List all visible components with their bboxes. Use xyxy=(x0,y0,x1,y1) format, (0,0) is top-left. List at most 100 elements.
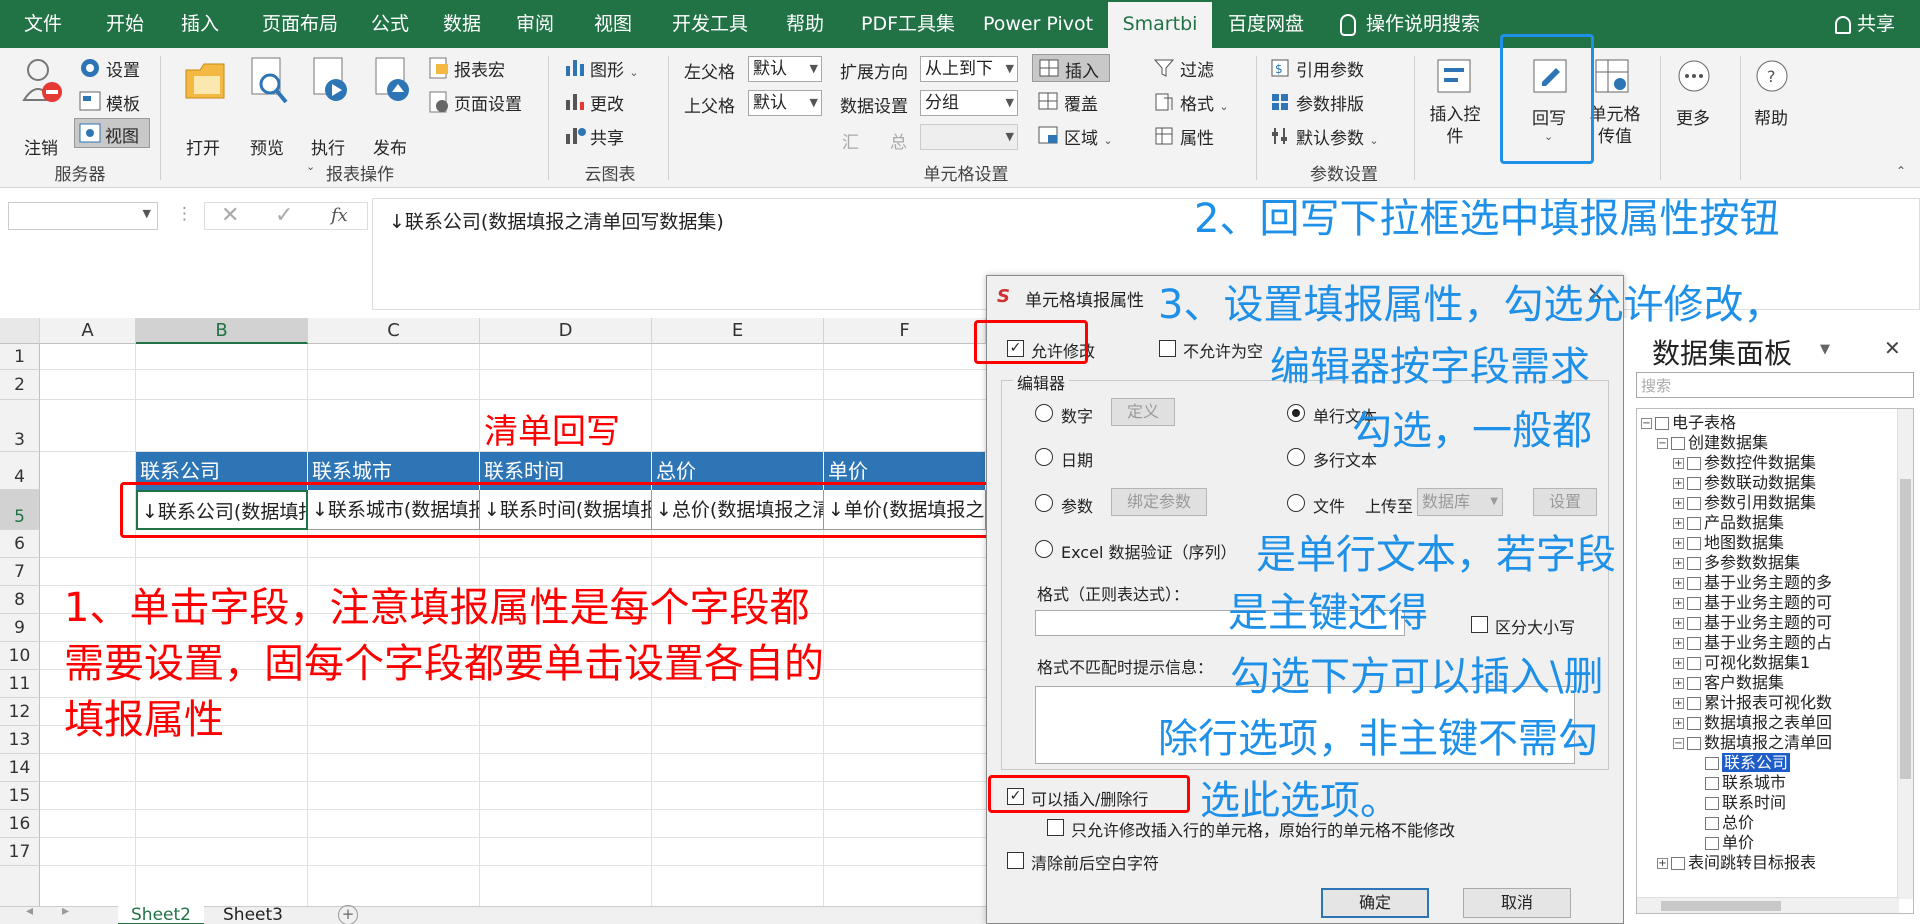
number-radio[interactable] xyxy=(1035,404,1053,422)
column-header[interactable]: A xyxy=(40,318,136,344)
tab-home[interactable]: 开始 xyxy=(90,0,160,48)
open-button[interactable]: 打开 xyxy=(186,134,220,159)
execute-button[interactable]: 执行 xyxy=(311,134,345,159)
row-header[interactable]: 12 xyxy=(0,698,40,726)
row-header[interactable]: 6 xyxy=(0,530,40,558)
tab-insert[interactable]: 插入 xyxy=(165,0,235,48)
row-header[interactable]: 5 xyxy=(0,490,40,530)
row-header[interactable]: 7 xyxy=(0,558,40,586)
not-null-checkbox[interactable] xyxy=(1159,340,1176,357)
collapse-ribbon-icon[interactable]: ⌃ xyxy=(1896,164,1906,178)
insert-mode-button[interactable]: 插入 xyxy=(1032,54,1110,82)
tab-review[interactable]: 审阅 xyxy=(505,0,565,48)
preview-button[interactable]: 预览 xyxy=(250,134,284,159)
cancel-button[interactable]: 取消 xyxy=(1463,888,1571,918)
chart-share-button[interactable]: 共享 xyxy=(590,124,624,149)
select-all-corner[interactable] xyxy=(0,318,40,344)
case-sensitive-checkbox[interactable] xyxy=(1471,616,1488,633)
file-radio[interactable] xyxy=(1287,494,1305,512)
tree-vscroll[interactable] xyxy=(1897,409,1913,899)
summary-select[interactable]: ▼ xyxy=(920,124,1018,150)
row-header[interactable]: 9 xyxy=(0,614,40,642)
row-header[interactable]: 2 xyxy=(0,370,40,400)
chevron-down-icon[interactable]: ▼ xyxy=(1820,342,1830,357)
default-param-button[interactable]: 默认参数 ⌄ xyxy=(1296,124,1379,149)
trim-whitespace-checkbox[interactable] xyxy=(1007,852,1024,869)
param-layout-button[interactable]: 参数排版 xyxy=(1296,90,1364,115)
share-button[interactable]: 共享 xyxy=(1820,0,1910,48)
attribute-button[interactable]: 属性 xyxy=(1180,124,1214,149)
tab-power-pivot[interactable]: Power Pivot xyxy=(978,0,1098,48)
row-header[interactable]: 14 xyxy=(0,754,40,782)
help-button[interactable]: 帮助 xyxy=(1754,104,1788,129)
file-setting-button[interactable]: 设置 xyxy=(1533,488,1597,516)
tab-developer[interactable]: 开发工具 xyxy=(660,0,760,48)
close-icon[interactable]: ✕ xyxy=(1884,336,1901,360)
tab-data[interactable]: 数据 xyxy=(432,0,492,48)
scroll-right-icon[interactable]: ▸ xyxy=(62,903,69,919)
row-header[interactable]: 4 xyxy=(0,452,40,490)
row-header[interactable]: 13 xyxy=(0,726,40,754)
column-header[interactable]: F xyxy=(824,318,986,344)
bind-param-button[interactable]: 绑定参数 xyxy=(1111,488,1207,516)
sheet-tab-sheet3[interactable]: Sheet3 xyxy=(210,906,296,924)
param-radio[interactable] xyxy=(1035,494,1053,512)
tab-pdf-tools[interactable]: PDF工具集 xyxy=(848,0,968,48)
row-header[interactable]: 3 xyxy=(0,400,40,452)
only-insert-modify-checkbox[interactable] xyxy=(1047,819,1064,836)
reference-param-button[interactable]: 引用参数 xyxy=(1296,56,1364,81)
settings-button[interactable]: 设置 xyxy=(106,56,140,81)
confirm-formula-icon[interactable]: ✓ xyxy=(275,203,293,228)
page-setup-button[interactable]: 页面设置 xyxy=(454,90,522,115)
expand-direction-select[interactable]: 从上到下 ▼ xyxy=(920,56,1018,82)
tab-smartbi[interactable]: Smartbi xyxy=(1108,2,1212,48)
panel-search-input[interactable]: 搜索 xyxy=(1636,372,1914,398)
tab-page-layout[interactable]: 页面布局 xyxy=(250,0,350,48)
data-setting-select[interactable]: 分组 ▼ xyxy=(920,90,1018,116)
multi-text-radio[interactable] xyxy=(1287,448,1305,466)
tree-hscroll[interactable] xyxy=(1637,897,1899,913)
row-header[interactable]: 1 xyxy=(0,344,40,370)
view-button[interactable]: 视图 xyxy=(74,118,150,148)
format-button[interactable]: 格式 ⌄ xyxy=(1180,90,1229,115)
area-button[interactable]: 区域 ⌄ xyxy=(1064,124,1113,149)
excel-validation-radio[interactable] xyxy=(1035,540,1053,558)
filter-button[interactable]: 过滤 xyxy=(1180,56,1214,81)
more-button[interactable]: 更多 xyxy=(1676,104,1710,129)
tab-baidu-netdisk[interactable]: 百度网盘 xyxy=(1218,0,1314,48)
column-header[interactable]: C xyxy=(308,318,480,344)
sheet-tab-sheet2[interactable]: Sheet2 xyxy=(118,906,204,924)
single-text-radio[interactable] xyxy=(1287,404,1305,422)
tell-me-search[interactable]: 操作说明搜索 xyxy=(1340,0,1510,48)
top-parent-select[interactable]: 默认 ▼ xyxy=(748,90,822,116)
upload-target-select[interactable]: 数据库 ▼ xyxy=(1417,488,1503,516)
insert-function-icon[interactable]: fx xyxy=(331,205,348,226)
tab-formulas[interactable]: 公式 xyxy=(360,0,420,48)
row-header[interactable]: 15 xyxy=(0,782,40,810)
row-header[interactable]: 16 xyxy=(0,810,40,838)
left-parent-select[interactable]: 默认 ▼ xyxy=(748,56,822,82)
date-radio[interactable] xyxy=(1035,448,1053,466)
logout-button[interactable]: 注销 xyxy=(24,134,58,159)
row-header[interactable]: 11 xyxy=(0,670,40,698)
ok-button[interactable]: 确定 xyxy=(1321,888,1429,918)
name-box[interactable]: ▼ xyxy=(8,202,158,230)
tab-view[interactable]: 视图 xyxy=(578,0,648,48)
row-header[interactable]: 10 xyxy=(0,642,40,670)
insert-control-button[interactable]: 插入控件 xyxy=(1428,104,1482,148)
change-button[interactable]: 更改 xyxy=(590,90,624,115)
column-header[interactable]: E xyxy=(652,318,824,344)
cancel-formula-icon[interactable]: ✕ xyxy=(221,203,239,228)
define-button[interactable]: 定义 xyxy=(1111,398,1175,426)
cover-mode-button[interactable]: 覆盖 xyxy=(1064,90,1098,115)
row-header[interactable]: 8 xyxy=(0,586,40,614)
publish-button[interactable]: 发布 xyxy=(373,134,407,159)
tab-help[interactable]: 帮助 xyxy=(772,0,838,48)
row-header[interactable]: 17 xyxy=(0,838,40,866)
graph-button[interactable]: 图形 ⌄ xyxy=(590,56,639,81)
column-header[interactable]: B xyxy=(136,318,308,344)
cell-pass-button[interactable]: 单元格传值 xyxy=(1588,104,1642,148)
template-button[interactable]: 模板 xyxy=(106,90,140,115)
tree-node[interactable]: + 表间跳转目标报表 xyxy=(1657,849,1816,873)
tab-file[interactable]: 文件 xyxy=(10,0,76,48)
